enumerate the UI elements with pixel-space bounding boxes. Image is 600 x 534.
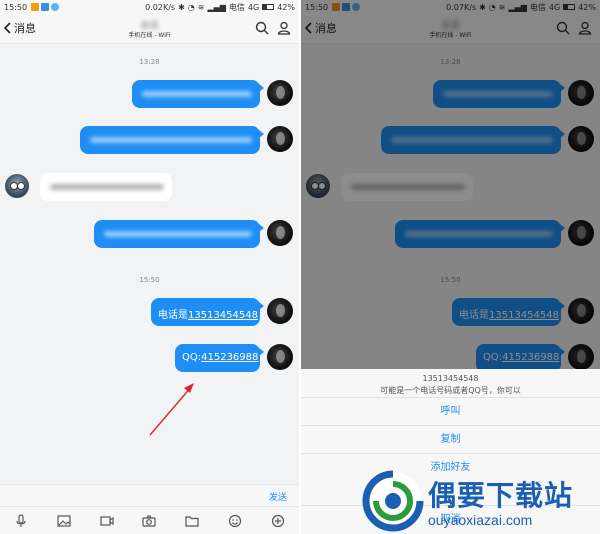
message-bubble[interactable]	[132, 80, 264, 108]
message-bubble[interactable]	[94, 220, 264, 248]
status-bar: 15:50 0.02K/s ✱ ◔ ≋ ▂▄▆ 电信 4G 42%	[0, 0, 299, 14]
qq-message-bubble[interactable]: QQ:415236988	[175, 344, 264, 372]
chat-screen-left: 15:50 0.02K/s ✱ ◔ ≋ ▂▄▆ 电信 4G 42% 消息 会话 …	[0, 0, 299, 534]
chat-screen-right: 15:50 0.07K/s ✱ ◔ ≋ ▂▄▆ 电信 4G 42% 消息 会话 …	[301, 0, 600, 534]
folder-icon[interactable]	[185, 514, 199, 528]
plus-icon[interactable]	[271, 514, 285, 528]
watermark-title: 偶要下载站	[428, 479, 574, 512]
video-icon[interactable]	[100, 514, 114, 528]
action-sheet-description: 可能是一个电话号码或者QQ号，你可以	[380, 386, 521, 395]
app-icon	[41, 3, 50, 11]
search-icon[interactable]	[255, 21, 269, 35]
my-avatar[interactable]	[267, 80, 293, 106]
signal-icon: ▂▄▆	[207, 2, 226, 12]
phone-prefix: 电话是	[158, 310, 188, 321]
qq-link[interactable]: 415236988	[201, 352, 258, 363]
bluetooth-icon: ✱	[178, 2, 185, 12]
mic-icon[interactable]	[14, 513, 28, 528]
notification-icon	[31, 3, 40, 11]
alarm-icon: ◔	[187, 2, 195, 12]
my-avatar[interactable]	[267, 344, 293, 370]
contact-avatar[interactable]	[5, 174, 29, 198]
my-avatar[interactable]	[267, 126, 293, 152]
network-speed: 0.02K/s	[145, 2, 176, 12]
wifi-icon: ≋	[197, 2, 205, 12]
network-type: 4G	[247, 2, 260, 12]
my-avatar[interactable]	[267, 220, 293, 246]
timestamp: 15:50	[139, 276, 160, 284]
message-input-bar[interactable]: 发送	[0, 484, 299, 506]
message-bubble[interactable]	[80, 126, 264, 154]
carrier-label: 电信	[228, 2, 245, 12]
input-toolbar	[0, 506, 299, 534]
timestamp: 13:28	[139, 58, 160, 66]
copy-option[interactable]: 复制	[301, 425, 600, 453]
my-avatar[interactable]	[267, 298, 293, 324]
profile-icon[interactable]	[277, 21, 291, 35]
send-button[interactable]: 发送	[269, 490, 287, 503]
qq-prefix: QQ:	[182, 352, 202, 363]
qq-icon	[51, 3, 60, 11]
battery-icon	[262, 4, 275, 10]
camera-icon[interactable]	[142, 514, 157, 528]
battery-percent: 42%	[277, 2, 295, 12]
phone-link[interactable]: 13513454548	[188, 310, 258, 321]
watermark-logo-icon	[362, 470, 424, 532]
message-bubble[interactable]	[40, 173, 172, 201]
phone-message-bubble[interactable]: 电话是13513454548	[151, 298, 264, 326]
call-option[interactable]: 呼叫	[301, 397, 600, 425]
image-icon[interactable]	[57, 514, 71, 528]
status-time: 15:50	[4, 2, 28, 12]
red-arrow-icon	[149, 383, 194, 436]
action-sheet-number: 13513454548	[422, 374, 479, 383]
watermark-url: ouyaoxiazai.com	[428, 512, 533, 528]
watermark: 偶要下载站 ouyaoxiazai.com	[362, 470, 600, 534]
chat-header: 消息 会话 手机在线 - WiFi	[0, 14, 299, 44]
emoji-icon[interactable]	[228, 514, 242, 528]
